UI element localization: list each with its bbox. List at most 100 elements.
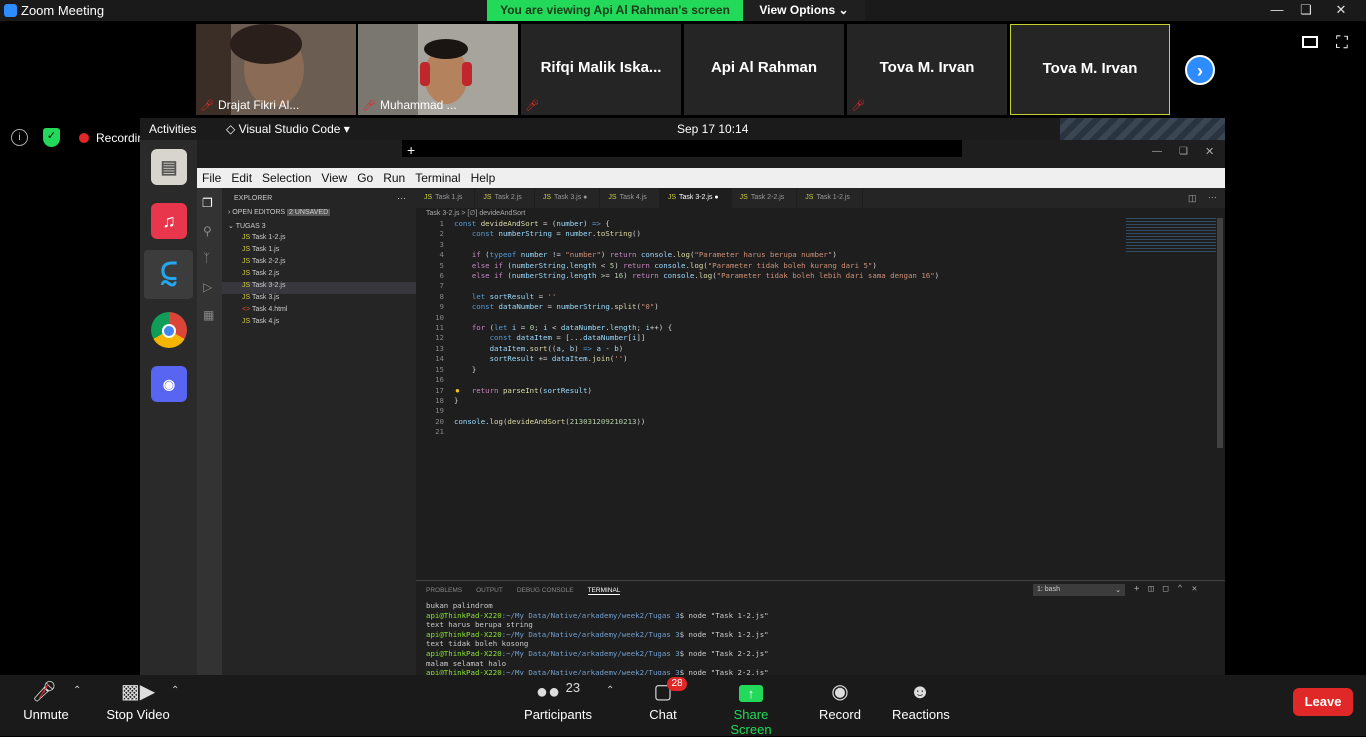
maximize-icon[interactable]: ❏ — [1290, 0, 1322, 20]
participants-button[interactable]: ●● 23 Participants — [524, 675, 592, 736]
menu-help[interactable]: Help — [471, 171, 496, 185]
code-view[interactable]: 1 const devideAndSort = (number) => { 2 c… — [416, 219, 939, 438]
folder-section[interactable]: ⌄ TUGAS 3 — [228, 222, 266, 230]
tab-output[interactable]: OUTPUT — [476, 587, 503, 595]
share-screen-button[interactable]: ↑ Share Screen — [713, 675, 789, 737]
tab-label: Task 1.js — [435, 194, 463, 201]
file-item[interactable]: JS Task 2-2.js — [242, 258, 416, 270]
participant-tile-active-speaker[interactable]: Tova M. Irvan — [1010, 24, 1170, 115]
participant-tile[interactable]: 🎤︎ Muhammad ... — [358, 24, 518, 115]
unsaved-badge: 2 UNSAVED — [287, 209, 331, 216]
activities-button[interactable]: Activities — [149, 122, 196, 136]
clock[interactable]: Sep 17 10:14 — [677, 122, 748, 136]
terminal-text: malam selamat halo — [426, 658, 507, 668]
file-item[interactable]: JS Task 1-2.js — [242, 234, 416, 246]
tab-task-1-2[interactable]: JS Task 1-2.js — [797, 188, 863, 208]
record-button[interactable]: ◉ Record — [818, 675, 862, 736]
discord-icon[interactable]: ◉ — [151, 366, 187, 402]
extensions-icon[interactable]: ▦ — [203, 308, 214, 322]
tab-task-3-2[interactable]: JS Task 3-2.js ● — [659, 188, 732, 208]
participant-tile[interactable]: 🎤︎ Drajat Fikri Al... — [196, 24, 356, 115]
audio-options-chevron-icon[interactable]: ⌃ — [73, 685, 81, 696]
more-icon[interactable]: ⋯ — [397, 193, 406, 204]
next-page-button[interactable]: › — [1185, 55, 1215, 85]
menu-file[interactable]: File — [202, 171, 221, 185]
video-options-chevron-icon[interactable]: ⌃ — [171, 685, 179, 696]
trash-icon[interactable]: □ — [1163, 584, 1168, 594]
minimap[interactable] — [1126, 218, 1216, 252]
menu-run[interactable]: Run — [383, 171, 405, 185]
participant-tile[interactable]: Api Al Rahman — [684, 24, 844, 115]
tab-task-3[interactable]: JS Task 3.js ● — [535, 188, 601, 208]
terminal-select[interactable]: 1: bash ⌄ — [1033, 584, 1125, 596]
chrome-icon[interactable] — [151, 312, 187, 348]
menu-edit[interactable]: Edit — [231, 171, 252, 185]
lightbulb-icon[interactable]: ● — [455, 386, 460, 395]
vscode-icon[interactable]: ⫇ — [151, 257, 187, 293]
participant-tile[interactable]: Tova M. Irvan 🎤︎ — [847, 24, 1007, 115]
file-item[interactable]: JS Task 3.js — [242, 294, 416, 306]
menu-view[interactable]: View — [321, 171, 347, 185]
explorer-icon[interactable]: ❐ — [202, 196, 213, 210]
terminal-line: text harus berupa string — [426, 620, 769, 630]
fullscreen-icon[interactable]: ⛶ — [1336, 33, 1348, 53]
info-icon[interactable]: i — [11, 129, 28, 146]
tab-debug-console[interactable]: DEBUG CONSOLE — [517, 587, 574, 595]
close-icon[interactable]: ✕ — [1325, 0, 1357, 20]
menu-selection[interactable]: Selection — [262, 171, 311, 185]
tab-problems[interactable]: PROBLEMS — [426, 587, 462, 595]
close-panel-icon[interactable]: ✕ — [1192, 584, 1197, 594]
add-terminal-icon[interactable]: + — [1134, 584, 1139, 594]
unmute-button[interactable]: 🎤︎⁄ Unmute — [20, 675, 72, 736]
share-screen-icon: ↑ — [739, 685, 763, 702]
prompt-path: :~/My Data/Native/arkademy/week2/Tugas 3 — [501, 629, 680, 639]
stop-video-button[interactable]: ▩▶ Stop Video — [104, 675, 172, 736]
tab-task-2[interactable]: JS Task 2.js — [475, 188, 535, 208]
debug-icon[interactable]: ▷ — [203, 280, 212, 294]
file-item[interactable]: JS Task 4.js — [242, 318, 416, 330]
vscode-titlebar: + — ❏ ✕ — [197, 140, 1225, 168]
maximize-icon[interactable]: ❏ — [1179, 146, 1188, 157]
breadcrumb[interactable]: Task 3-2.js > [∅] devideAndSort — [426, 209, 525, 217]
folder-label: TUGAS 3 — [235, 223, 266, 230]
reactions-button[interactable]: ☻ Reactions — [892, 675, 950, 736]
tab-task-4[interactable]: JS Task 4.js — [600, 188, 660, 208]
close-icon[interactable]: ✕ — [1205, 145, 1214, 158]
app-menu[interactable]: ◇ Visual Studio Code ▾ — [226, 122, 350, 136]
chat-badge: 28 — [667, 677, 687, 691]
split-terminal-icon[interactable]: ◫ — [1148, 584, 1153, 594]
terminal-output[interactable]: bukan palindrom api@ThinkPad-X220:~/My D… — [426, 601, 769, 678]
editor-area: JS Task 1.js JS Task 2.js JS Task 3.js ● JS… — [416, 188, 1225, 580]
tab-terminal[interactable]: TERMINAL — [587, 587, 621, 595]
participant-tile[interactable]: Rifqi Malik Iska... 🎤︎ — [521, 24, 681, 115]
gallery-view-icon[interactable] — [1302, 36, 1318, 48]
participant-name: Tova M. Irvan — [879, 59, 975, 76]
open-editors-section[interactable]: › OPEN EDITORS 2 UNSAVED — [228, 209, 331, 216]
source-control-icon[interactable]: ᛉ — [203, 251, 210, 265]
record-label: Record — [819, 707, 861, 722]
chevron-up-icon[interactable]: ⌃ — [1177, 584, 1182, 594]
tab-task-1[interactable]: JS Task 1.js — [416, 188, 476, 208]
menu-go[interactable]: Go — [357, 171, 373, 185]
terminal-line: bukan palindrom — [426, 601, 769, 611]
file-item[interactable]: JS Task 1.js — [242, 246, 416, 258]
minimize-icon[interactable]: — — [1261, 0, 1293, 20]
participants-options-chevron-icon[interactable]: ⌃ — [606, 685, 614, 696]
shield-icon[interactable]: ✓ — [43, 128, 60, 147]
file-item[interactable]: <> Task 4.html — [242, 306, 416, 318]
add-icon[interactable]: + — [407, 142, 415, 158]
leave-button[interactable]: Leave — [1293, 688, 1353, 716]
more-actions-icon[interactable]: ⋯ — [1208, 192, 1217, 203]
menu-terminal[interactable]: Terminal — [415, 171, 460, 185]
files-icon[interactable]: ▤ — [151, 149, 187, 185]
file-name: Task 1-2.js — [252, 234, 286, 241]
scrollbar[interactable] — [1217, 218, 1223, 448]
file-item[interactable]: JS Task 2.js — [242, 270, 416, 282]
minimize-icon[interactable]: — — [1152, 146, 1162, 157]
music-icon[interactable]: ♫ — [151, 203, 187, 239]
file-item-selected[interactable]: JS Task 3-2.js — [222, 282, 416, 294]
tab-task-2-2[interactable]: JS Task 2-2.js — [732, 188, 798, 208]
search-icon[interactable]: ⚲ — [203, 224, 212, 238]
split-editor-icon[interactable]: ◫ — [1188, 193, 1197, 204]
view-options-button[interactable]: View Options ⌄ — [743, 0, 865, 21]
